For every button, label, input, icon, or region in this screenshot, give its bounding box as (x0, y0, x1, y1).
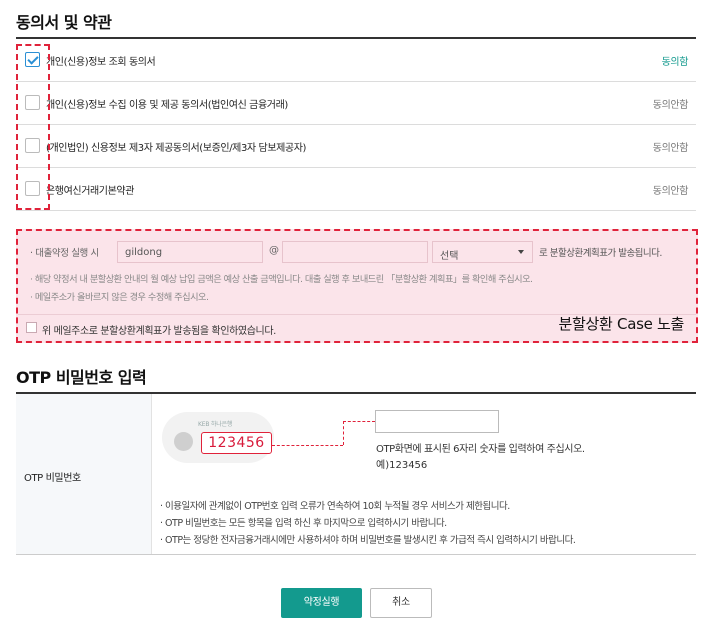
otp-field-label: OTP 비밀번호 (24, 473, 81, 484)
confirm-label: 위 메일주소로 분할상환계획표가 발송됨을 확인하였습니다. (42, 326, 276, 337)
otp-input[interactable] (375, 410, 499, 433)
bank-logo-text: KEB 하나은행 (198, 421, 233, 428)
otp-header-cell: OTP 비밀번호 (16, 394, 152, 554)
otp-note: · 이용일자에 관계없이 OTP번호 입력 오류가 연속하여 10회 누적될 경… (160, 501, 510, 512)
cancel-button[interactable]: 취소 (370, 588, 432, 618)
select-value: 선택 (440, 251, 459, 262)
consent-label: 개인(신용)정보 조회 동의서 (46, 57, 156, 68)
consent-label: (개인법인) 신용정보 제3자 제공동의서(보증인/제3자 담보제공자) (46, 143, 307, 154)
consent-status: 동의안함 (652, 186, 689, 197)
consent-row-basic-terms[interactable]: 은행여신거래기본약관 동의안함 (16, 168, 696, 211)
otp-sample-code: 123456 (201, 432, 272, 454)
repayment-schedule-box: · 대출약정 실행 시 gildong @ 선택 로 분할상환계획표가 발송됩니… (16, 229, 698, 343)
otp-help-text: OTP화면에 표시된 6자리 숫자를 입력하여 주십시오. (376, 444, 585, 455)
consent-label: 은행여신거래기본약관 (46, 186, 135, 197)
consent-label: 개인(신용)정보 수집 이용 및 제공 동의서(법인여신 금융거래) (46, 100, 288, 111)
email-id-input[interactable]: gildong (117, 241, 263, 263)
otp-button-icon (174, 432, 193, 451)
consent-status: 동의안함 (652, 100, 689, 111)
case-annotation: 분할상환 Case 노출 (558, 315, 685, 333)
otp-table: OTP 비밀번호 KEB 하나은행 123456 OTP화면에 표시된 6자리 … (16, 392, 696, 555)
otp-section-title: OTP 비밀번호 입력 (16, 368, 147, 387)
confirm-checkbox[interactable] (26, 322, 37, 333)
otp-note: · OTP 비밀번호는 모든 항목을 입력 하신 후 마지막으로 입력하시기 바… (160, 518, 447, 529)
checkbox-highlight-frame (16, 44, 50, 210)
connector-line (343, 421, 344, 445)
consent-row-third-party[interactable]: (개인법인) 신용정보 제3자 제공동의서(보증인/제3자 담보제공자) 동의안… (16, 125, 696, 168)
repayment-note: · 해당 약정서 내 분할상환 안내의 월 예상 납입 금액은 예상 산출 금액… (30, 274, 533, 285)
otp-note: · OTP는 정당한 전자금융거래시에만 사용하셔야 하며 비밀번호를 발생시킨… (160, 535, 576, 546)
consent-section-title: 동의서 및 약관 (16, 13, 112, 32)
connector-line (272, 445, 343, 446)
repayment-tail-text: 로 분할상환계획표가 발송됩니다. (539, 248, 662, 259)
chevron-down-icon (518, 250, 524, 254)
consent-status: 동의함 (661, 57, 689, 68)
email-domain-input[interactable] (282, 241, 428, 263)
consent-row-credit-inquiry[interactable]: 개인(신용)정보 조회 동의서 동의함 (16, 39, 696, 82)
consent-status: 동의안함 (652, 143, 689, 154)
otp-device-illustration: KEB 하나은행 123456 (162, 412, 274, 463)
connector-line (343, 421, 375, 422)
email-domain-select[interactable]: 선택 (432, 241, 533, 263)
otp-example-text: 예)123456 (376, 460, 428, 471)
repayment-intro: · 대출약정 실행 시 (30, 248, 99, 259)
consent-row-collection-use[interactable]: 개인(신용)정보 수집 이용 및 제공 동의서(법인여신 금융거래) 동의안함 (16, 82, 696, 125)
execute-agreement-button[interactable]: 약정실행 (281, 588, 362, 618)
at-sign: @ (269, 245, 279, 256)
repayment-note: · 메일주소가 올바르지 않은 경우 수정해 주십시오. (30, 292, 209, 303)
